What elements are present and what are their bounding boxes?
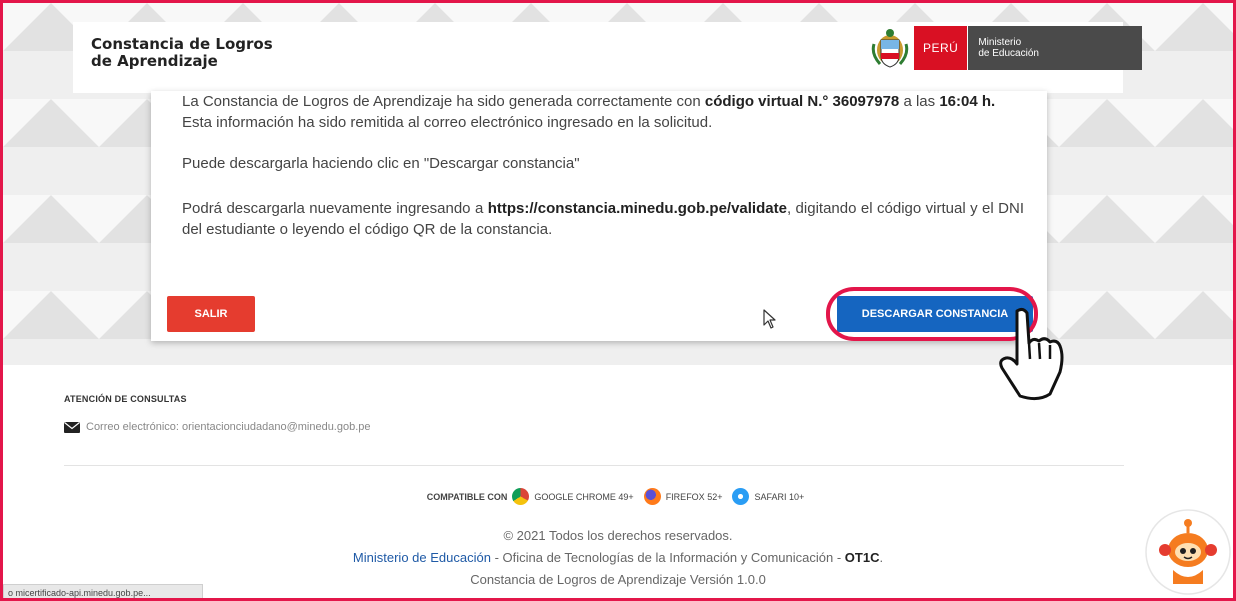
download-instruction: Puede descargarla haciendo clic en "Desc… (182, 155, 580, 172)
otic-link[interactable]: OT1C (845, 550, 880, 565)
page-frame: Constancia de Logros de Aprendizaje PERÚ… (0, 0, 1236, 601)
revalidate-text: Podrá descargarla nuevamente ingresando … (182, 200, 488, 217)
ministry-link[interactable]: Ministerio de Educación (353, 550, 491, 565)
salir-button[interactable]: SALIR (167, 296, 255, 332)
browser-safari: SAFARI 10+ (754, 491, 805, 502)
ministry-label: Ministerio de Educación (967, 26, 1143, 70)
firefox-icon (643, 488, 661, 505)
browser-chrome: GOOGLE CHROME 49+ (534, 491, 634, 502)
chrome-icon (512, 488, 530, 505)
app-title[interactable]: Constancia de Logros de Aprendizaje (91, 36, 273, 70)
period: . (879, 550, 884, 565)
safari-icon (732, 488, 750, 505)
status-bar-url: o micertificado-api.minedu.gob.pe... (3, 584, 203, 598)
compat-label: COMPATIBLE CON (426, 491, 508, 502)
site-header: Constancia de Logros de Aprendizaje PERÚ… (73, 22, 1143, 93)
peru-label: PERÚ (914, 26, 968, 70)
success-message: La Constancia de Logros de Aprendizaje h… (182, 91, 1024, 133)
browser-compatibility: COMPATIBLE CON GOOGLE CHROME 49+ FIREFOX… (3, 488, 1233, 505)
office-text: - Oficina de Tecnologías de la Informaci… (490, 550, 845, 565)
ministry-label-line2: de Educación (978, 48, 1039, 59)
success-message-text: La Constancia de Logros de Aprendizaje h… (182, 93, 705, 110)
peru-coat-of-arms-icon (871, 29, 909, 68)
browser-firefox: FIREFOX 52+ (665, 491, 723, 502)
success-message-text: a las (899, 93, 940, 110)
minedu-logo[interactable]: PERÚ Ministerio de Educación (870, 26, 1143, 70)
mouse-pointer-icon (763, 309, 776, 329)
contact-email-text: Correo electrónico: orientacionciudadano… (86, 421, 371, 433)
consultas-heading: ATENCIÓN DE CONSULTAS (64, 394, 187, 404)
validate-url: https://constancia.minedu.gob.pe/validat… (487, 200, 787, 217)
revalidate-instruction: Podrá descargarla nuevamente ingresando … (182, 198, 1024, 240)
virtual-code: código virtual N.° 36097978 (704, 93, 900, 110)
mail-icon (64, 421, 80, 433)
chatbot-assistant-icon[interactable] (1145, 508, 1231, 596)
pointing-hand-icon (999, 307, 1064, 401)
copyright-text: © 2021 Todos los derechos reservados. (503, 528, 733, 543)
contact-email[interactable]: Correo electrónico: orientacionciudadano… (64, 421, 371, 433)
ministry-credits: Ministerio de Educación - Oficina de Tec… (3, 550, 1233, 565)
footer-divider (64, 465, 1124, 466)
app-title-line1: Constancia de Logros (91, 35, 273, 53)
app-title-line2: de Aprendizaje (91, 52, 218, 70)
ministry-label-line1: Ministerio (978, 37, 1022, 48)
generation-time: 16:04 h. (939, 93, 996, 110)
success-message-text: Esta información ha sido remitida al cor… (182, 114, 713, 131)
